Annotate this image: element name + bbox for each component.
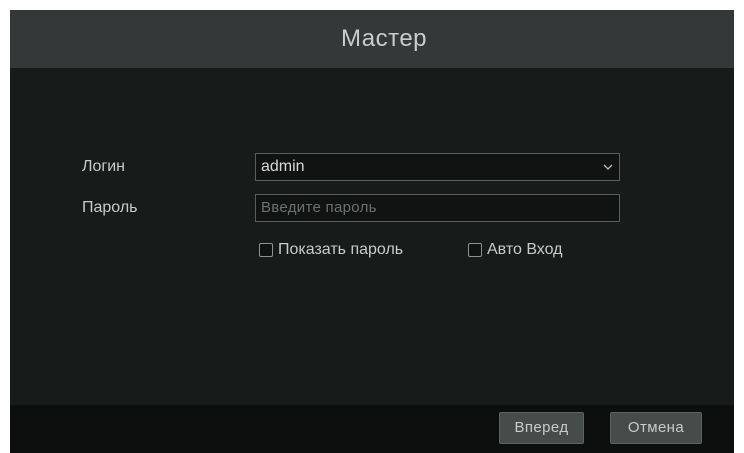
checkbox-unchecked-icon[interactable] — [468, 243, 482, 257]
auto-login-label: Авто Вход — [487, 241, 563, 258]
auto-login-option[interactable]: Авто Вход — [468, 241, 563, 259]
password-placeholder: Введите пароль — [261, 199, 377, 216]
checkbox-unchecked-icon[interactable] — [259, 243, 273, 257]
show-password-label: Показать пароль — [278, 241, 404, 258]
screen: Мастер Логин admin Пароль Введите пароль… — [0, 0, 744, 453]
login-form: Логин admin Пароль Введите пароль Показа… — [10, 68, 734, 405]
show-password-option[interactable]: Показать пароль — [259, 241, 403, 259]
login-value: admin — [261, 158, 305, 175]
login-select[interactable]: admin — [255, 153, 620, 181]
login-label: Логин — [82, 158, 126, 175]
setup-wizard-dialog: Мастер Логин admin Пароль Введите пароль… — [10, 10, 734, 453]
dialog-title: Мастер — [340, 25, 428, 52]
password-input[interactable]: Введите пароль — [255, 194, 620, 222]
top-strip — [10, 0, 744, 10]
chevron-down-icon — [603, 164, 613, 170]
password-label: Пароль — [82, 199, 138, 216]
next-button[interactable]: Вперед — [499, 412, 584, 444]
dialog-titlebar: Мастер — [10, 10, 734, 68]
dialog-footer: Вперед Отмена — [10, 405, 734, 453]
cancel-button[interactable]: Отмена — [610, 412, 702, 444]
